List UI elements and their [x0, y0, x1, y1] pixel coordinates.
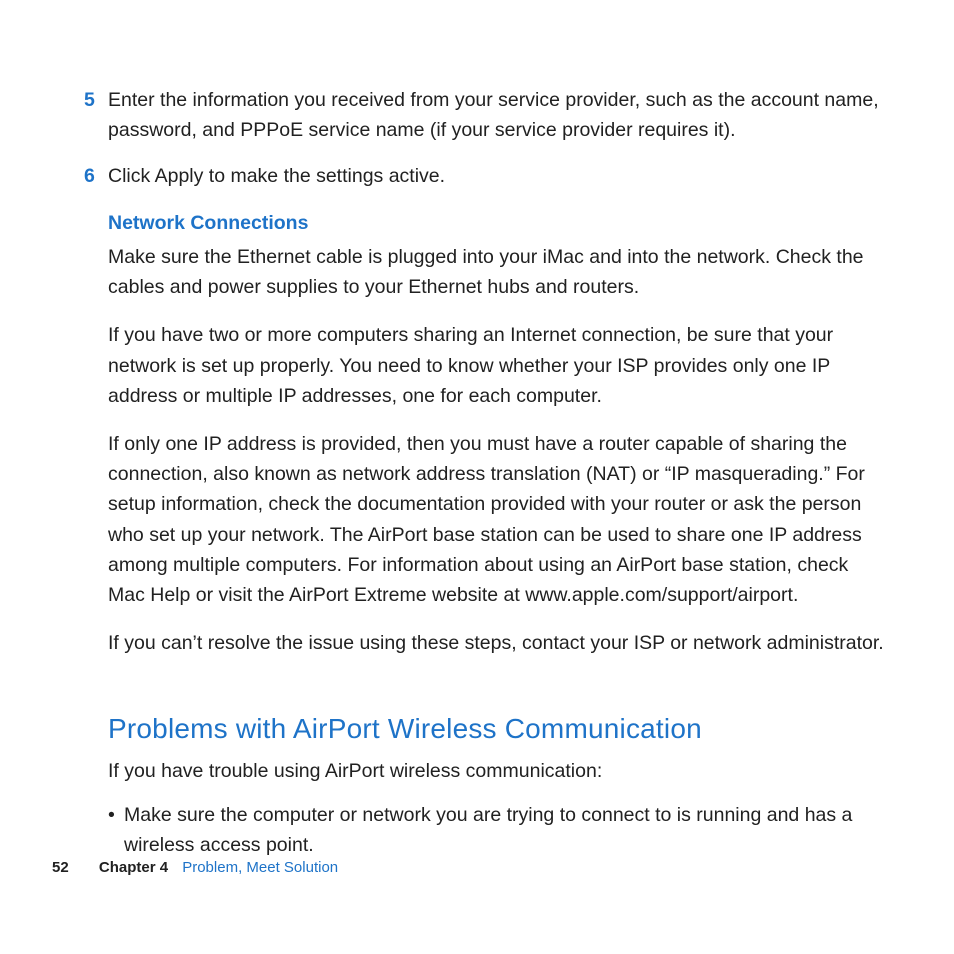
step-number: 6	[84, 161, 95, 191]
chapter-label: Chapter 4	[99, 859, 168, 876]
bullet-item: Make sure the computer or network you ar…	[108, 800, 884, 860]
airport-intro: If you have trouble using AirPort wirele…	[108, 756, 884, 786]
step-6: 6 Click Apply to make the settings activ…	[108, 161, 884, 191]
page-footer: 52 Chapter 4 Problem, Meet Solution	[52, 860, 338, 875]
body-paragraph: If only one IP address is provided, then…	[108, 429, 884, 610]
bullet-text: Make sure the computer or network you ar…	[124, 804, 852, 856]
step-text: Enter the information you received from …	[108, 85, 884, 145]
network-connections-heading: Network Connections	[108, 208, 884, 238]
body-paragraph: If you can’t resolve the issue using the…	[108, 628, 884, 658]
step-5: 5 Enter the information you received fro…	[108, 85, 884, 145]
document-page: 5 Enter the information you received fro…	[0, 0, 954, 861]
body-paragraph: Make sure the Ethernet cable is plugged …	[108, 242, 884, 302]
page-number: 52	[52, 859, 69, 876]
step-text: Click Apply to make the settings active.	[108, 161, 884, 191]
body-paragraph: If you have two or more computers sharin…	[108, 320, 884, 411]
chapter-title: Problem, Meet Solution	[182, 859, 338, 876]
network-connections-section: Network Connections Make sure the Ethern…	[108, 208, 884, 659]
airport-heading: Problems with AirPort Wireless Communica…	[108, 707, 884, 750]
step-number: 5	[84, 85, 95, 115]
